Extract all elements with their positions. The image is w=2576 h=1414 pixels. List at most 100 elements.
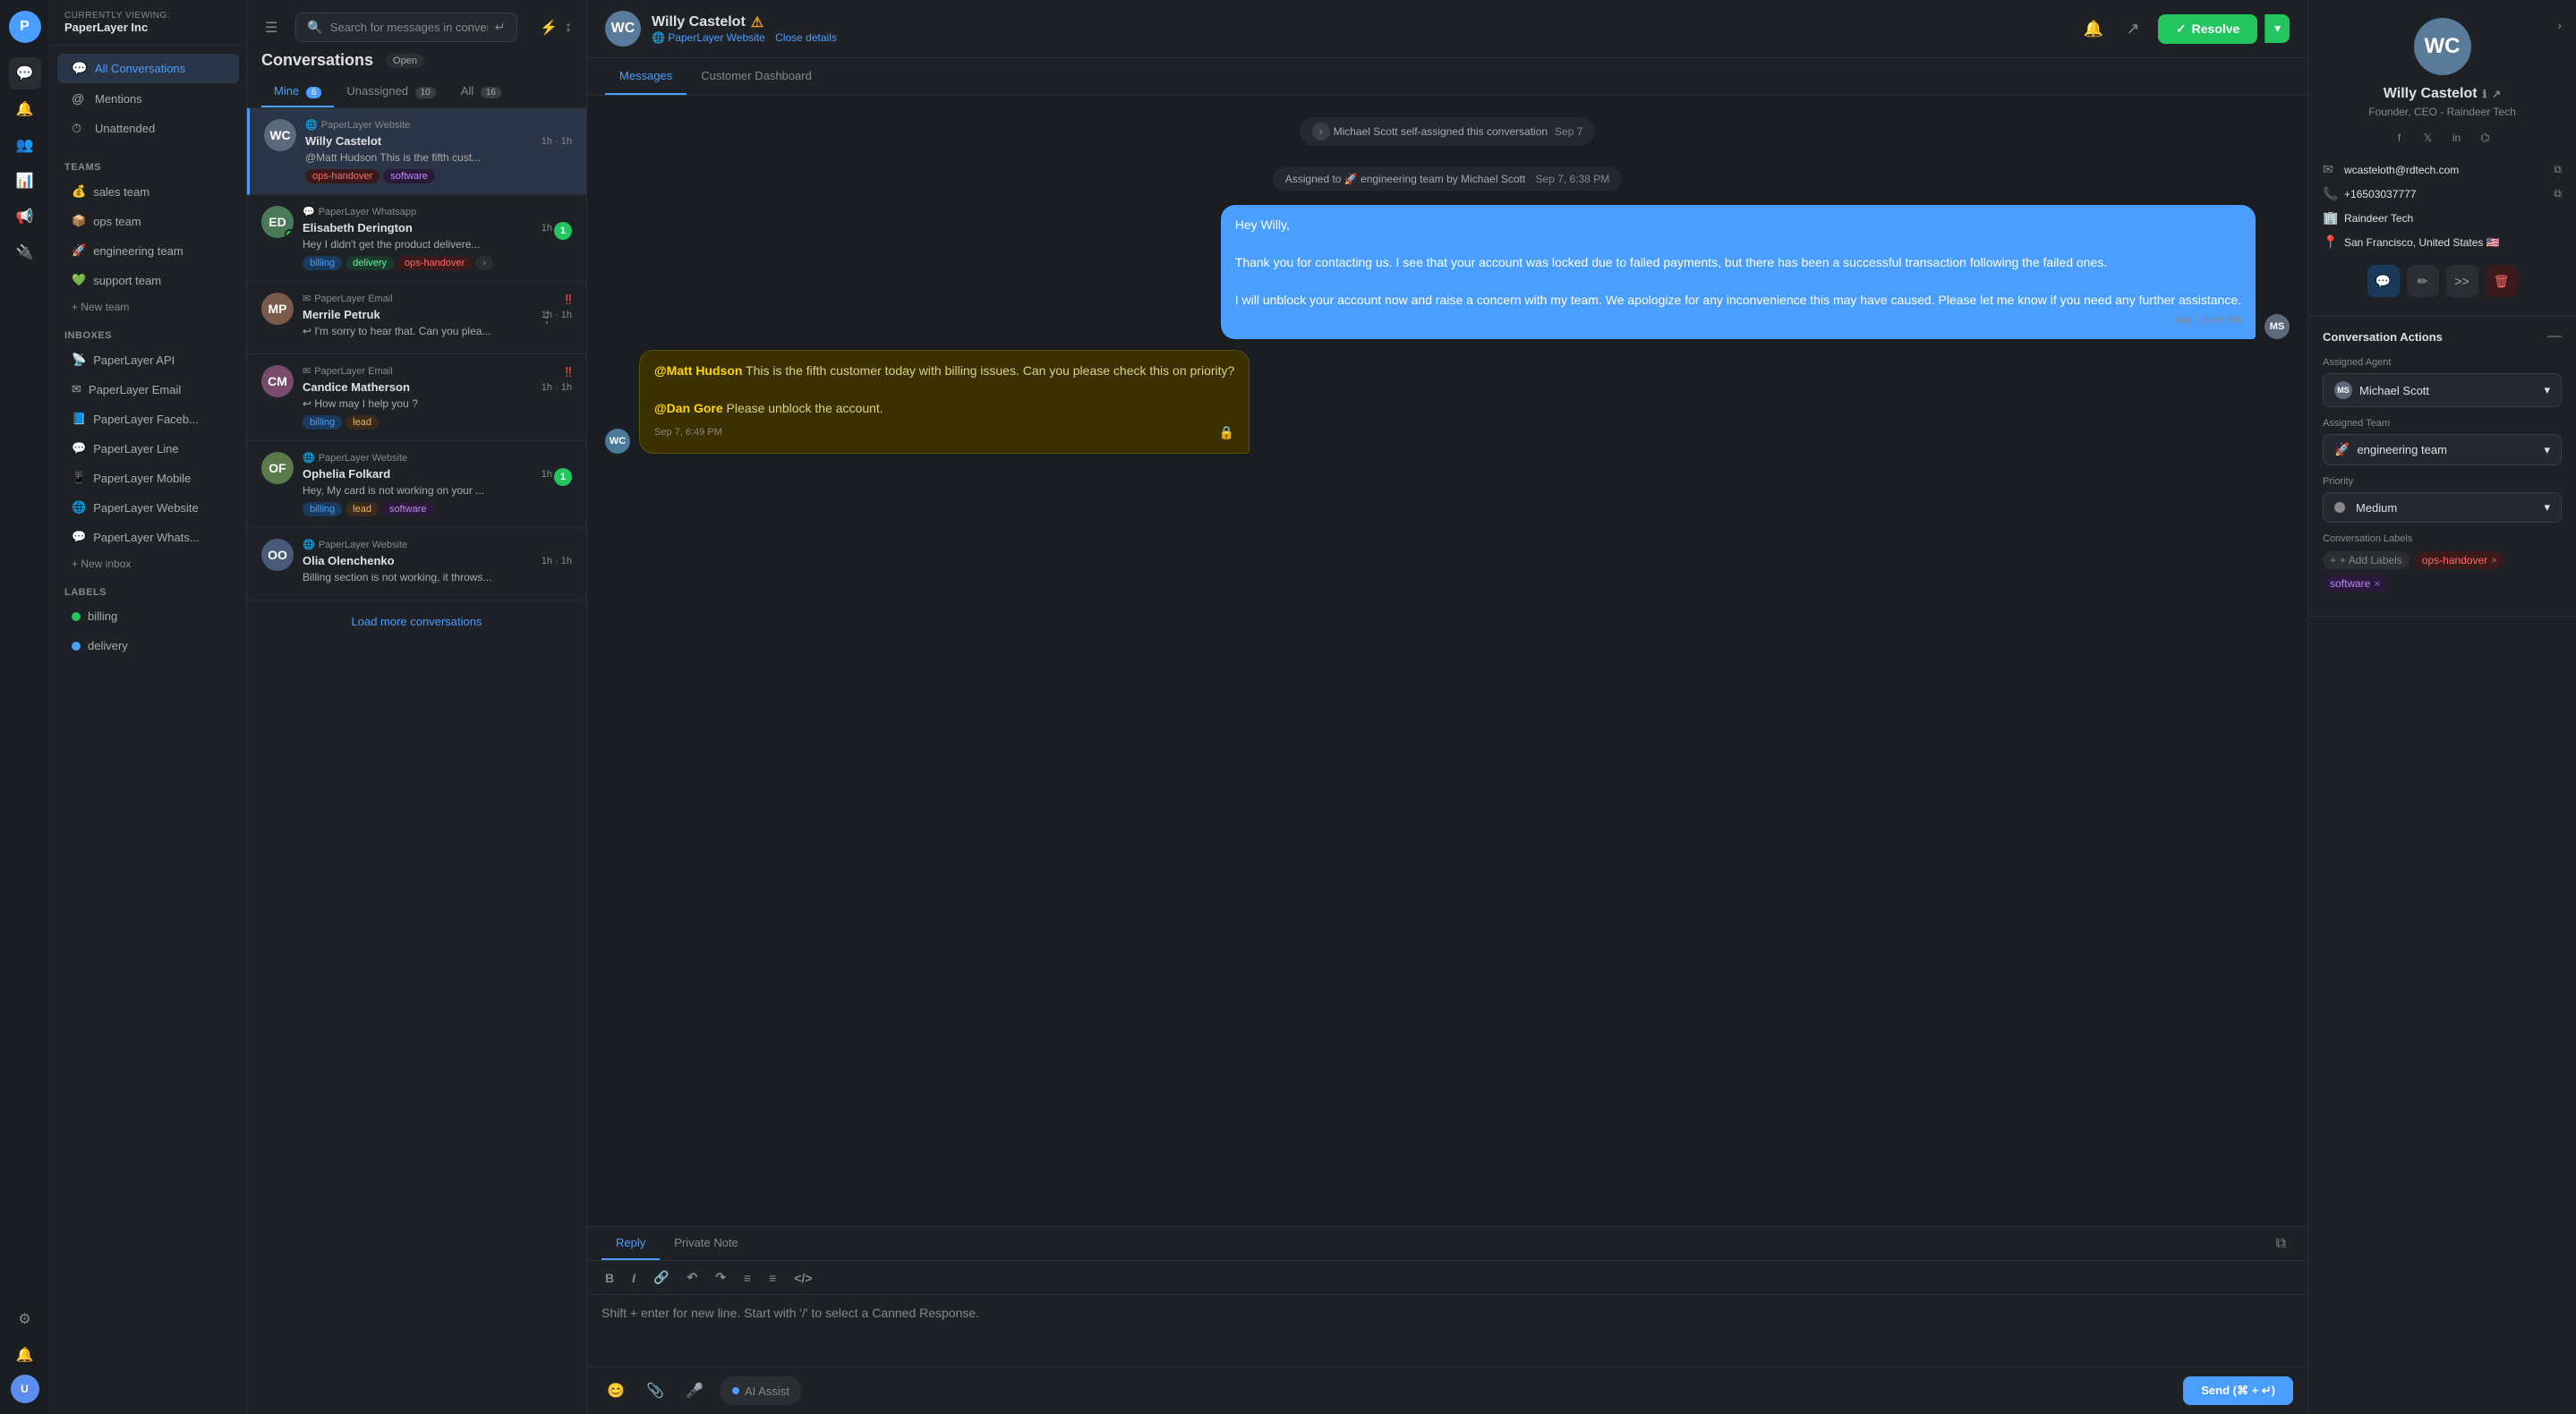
new-team-button[interactable]: + New team [57, 295, 239, 319]
reply-input[interactable]: Shift + enter for new line. Start with '… [587, 1295, 2307, 1367]
filter-icon[interactable]: ⚡ [540, 19, 558, 37]
reply-tab-note[interactable]: Private Note [660, 1227, 753, 1260]
sidebar-item-mobile[interactable]: 📱 PaperLayer Mobile [57, 464, 239, 492]
conversation-list: ☰ 🔍 ↵ ⚡ ↕ Conversations Open Mine 6 [247, 0, 587, 1414]
ordered-list-button[interactable]: ≡ [765, 1269, 780, 1287]
sidebar-item-unattended[interactable]: ⏱ Unattended [57, 114, 239, 143]
search-bar[interactable]: 🔍 ↵ [295, 13, 516, 42]
collapse-button[interactable]: — [2547, 328, 2562, 345]
ops-team-emoji: 📦 [72, 214, 86, 228]
sidebar-item-delivery-label[interactable]: delivery [57, 632, 239, 660]
nav-icon-chat[interactable]: 💬 [9, 57, 41, 89]
sort-icon[interactable]: ↕ [565, 20, 572, 36]
sidebar-item-whatsapp[interactable]: 💬 PaperLayer Whats... [57, 523, 239, 551]
user-avatar[interactable]: U [11, 1375, 39, 1403]
undo-button[interactable]: ↶ [683, 1268, 701, 1287]
nav-icon-contacts[interactable]: 👥 [9, 129, 41, 161]
search-input[interactable] [330, 21, 488, 34]
share-button[interactable]: ↗ [2119, 14, 2147, 43]
twitter-social-icon[interactable]: 𝕏 [2418, 127, 2439, 149]
redo-button[interactable]: ↷ [712, 1268, 729, 1287]
priority-select[interactable]: Medium ▾ [2323, 492, 2562, 523]
sidebar-item-all-conversations[interactable]: 💬 All Conversations [57, 54, 239, 83]
sidebar-item-engineering-team[interactable]: 🚀 engineering team [57, 236, 239, 265]
conv-item-1[interactable]: WC 🌐 PaperLayer Website Willy Castelot 1… [247, 108, 586, 195]
tab-mine[interactable]: Mine 6 [261, 77, 334, 107]
nav-icon-settings[interactable]: ⚙ [9, 1303, 41, 1335]
assigned-team-select[interactable]: 🚀 engineering team ▾ [2323, 434, 2562, 465]
link-button[interactable]: 🔗 [650, 1268, 672, 1287]
github-social-icon[interactable]: ⌬ [2475, 127, 2496, 149]
copy-icon[interactable]: ⧉ [2269, 1229, 2293, 1259]
bold-button[interactable]: B [601, 1269, 618, 1287]
reply-tab-reply[interactable]: Reply [601, 1227, 660, 1260]
send-button[interactable]: Send (⌘ + ↵) [2183, 1376, 2293, 1405]
priority-label: Priority [2323, 476, 2562, 487]
ai-assist-button[interactable]: AI Assist [720, 1376, 802, 1405]
load-more-button[interactable]: Load more conversations [247, 601, 586, 643]
more-icon-3[interactable]: ⋮ [540, 309, 554, 327]
resolve-dropdown-button[interactable]: ▾ [2265, 14, 2290, 43]
conv-item-4[interactable]: ‼ CM ✉ PaperLayer Email Candice Matherso… [247, 354, 586, 441]
remove-software-label[interactable]: × [2374, 577, 2380, 590]
mute-button[interactable]: 🔔 [2079, 14, 2108, 43]
italic-button[interactable]: I [628, 1269, 639, 1287]
tab-all[interactable]: All 16 [448, 77, 514, 107]
priority-value: Medium [2356, 501, 2397, 515]
add-label-button[interactable]: + + Add Labels [2323, 551, 2410, 569]
contact-merge-button[interactable]: >> [2446, 265, 2478, 297]
sidebar-item-email[interactable]: ✉ PaperLayer Email [57, 375, 239, 404]
sidebar-item-line[interactable]: 💬 PaperLayer Line [57, 434, 239, 463]
copy-email-button[interactable]: ⧉ [2554, 163, 2562, 176]
sidebar-item-sales-team[interactable]: 💰 sales team [57, 177, 239, 206]
sidebar-item-api[interactable]: 📡 PaperLayer API [57, 345, 239, 374]
resolve-button[interactable]: ✓ Resolve [2158, 14, 2257, 44]
sidebar-item-facebook[interactable]: 📘 PaperLayer Faceb... [57, 405, 239, 433]
conv-item-3[interactable]: ‼ ⋮ MP ✉ PaperLayer Email Merrile Petruk… [247, 282, 586, 354]
copy-phone-button[interactable]: ⧉ [2554, 187, 2562, 200]
api-icon: 📡 [72, 353, 86, 367]
tag-software-1: software [383, 169, 435, 183]
assignment-text: Assigned to 🚀 engineering team by Michae… [1273, 167, 1622, 191]
nav-icon-notifications[interactable]: 🔔 [9, 1339, 41, 1371]
tab-customer-dashboard[interactable]: Customer Dashboard [687, 58, 826, 95]
close-details-link[interactable]: Close details [775, 31, 837, 44]
msg-bubble-note-1: @Matt Hudson This is the fifth customer … [639, 350, 1250, 454]
conv-item-2[interactable]: ED 💬 PaperLayer Whatsapp Elisabeth Derin… [247, 195, 586, 282]
sidebar-item-mentions[interactable]: @ Mentions [57, 84, 239, 113]
attachment-button[interactable]: 📎 [641, 1376, 670, 1405]
code-button[interactable]: </> [790, 1269, 815, 1287]
tag-billing-5: billing [303, 502, 342, 516]
list-button[interactable]: ≡ [740, 1269, 755, 1287]
assigned-agent-select[interactable]: MS Michael Scott ▾ [2323, 373, 2562, 407]
menu-button[interactable]: ☰ [261, 15, 281, 40]
expand-btn-1[interactable]: › [1312, 123, 1330, 141]
contact-delete-button[interactable]: 🗑 [2486, 265, 2518, 297]
tag-delivery-2: delivery [345, 256, 394, 270]
sidebar-item-support-team[interactable]: 💚 support team [57, 266, 239, 294]
conv-item-5[interactable]: OF 🌐 PaperLayer Website Ophelia Folkard … [247, 441, 586, 528]
contact-message-button[interactable]: 💬 [2367, 265, 2400, 297]
msg-note-1: WC @Matt Hudson This is the fifth custom… [605, 350, 2290, 454]
nav-icon-mentions[interactable]: 🔔 [9, 93, 41, 125]
emoji-button[interactable]: 😊 [601, 1376, 630, 1405]
sidebar-item-ops-team[interactable]: 📦 ops team [57, 207, 239, 235]
tab-messages[interactable]: Messages [605, 58, 687, 95]
contact-edit-button[interactable]: ✏ [2407, 265, 2439, 297]
nav-icon-campaigns[interactable]: 📢 [9, 200, 41, 233]
linkedin-social-icon[interactable]: in [2446, 127, 2468, 149]
sidebar-item-website[interactable]: 🌐 PaperLayer Website [57, 493, 239, 522]
expand-panel-button[interactable]: › [2557, 18, 2562, 32]
reply-tabs: Reply Private Note ⧉ [587, 1227, 2307, 1261]
nav-icon-integrations[interactable]: 🔌 [9, 236, 41, 268]
contact-external-icon[interactable]: ↗ [2492, 88, 2501, 100]
sidebar-item-billing-label[interactable]: billing [57, 602, 239, 630]
tab-unassigned[interactable]: Unassigned 10 [334, 77, 448, 107]
nav-icon-reports[interactable]: 📊 [9, 165, 41, 197]
conv-item-6[interactable]: OO 🌐 PaperLayer Website Olia Olenchenko … [247, 528, 586, 601]
search-icon: 🔍 [307, 20, 322, 35]
remove-ops-handover-label[interactable]: × [2491, 554, 2497, 566]
audio-button[interactable]: 🎤 [680, 1376, 709, 1405]
new-inbox-button[interactable]: + New inbox [57, 552, 239, 575]
facebook-social-icon[interactable]: f [2389, 127, 2410, 149]
